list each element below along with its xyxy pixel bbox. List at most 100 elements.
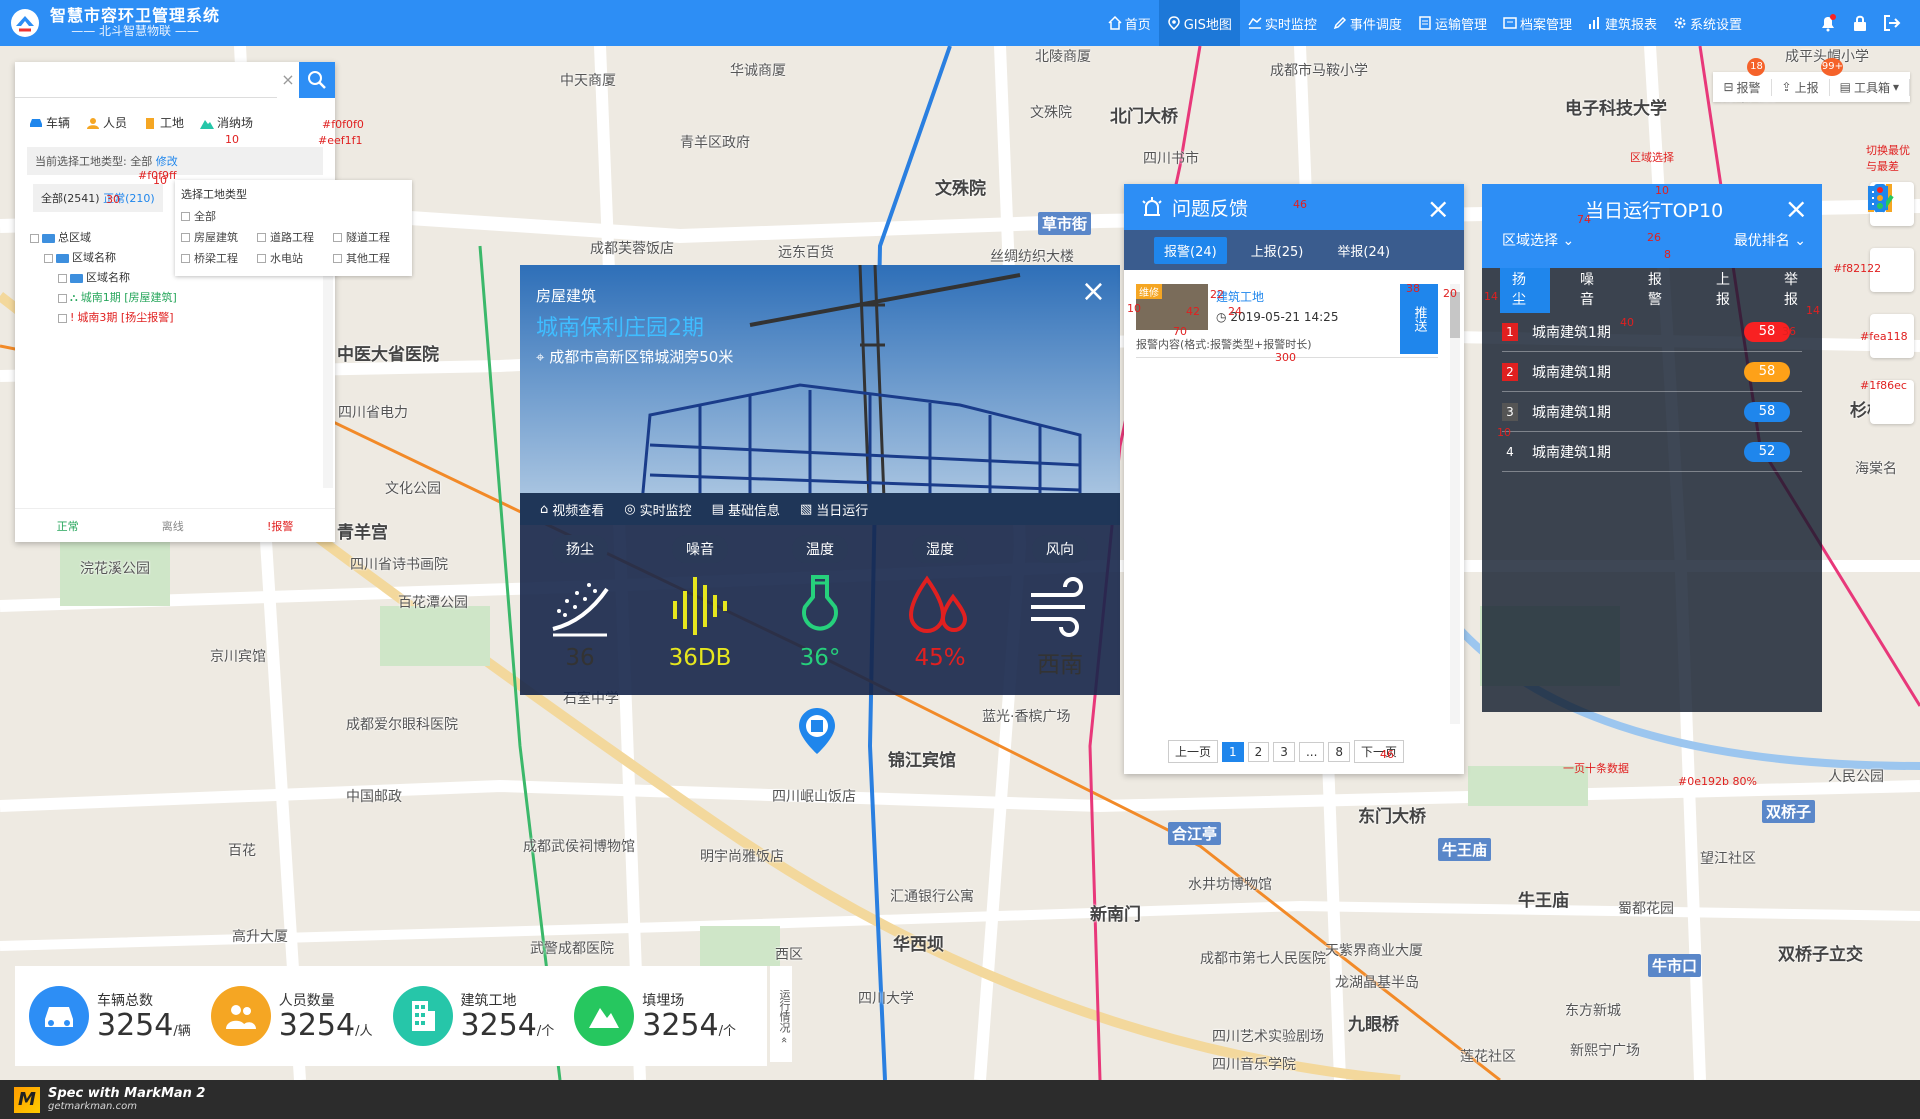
tab-basic-info[interactable]: ▤ 基础信息: [704, 500, 788, 519]
nav-settings[interactable]: 系统设置: [1665, 0, 1750, 46]
bell-icon[interactable]: [1818, 13, 1838, 33]
nav-event-dispatch[interactable]: 事件调度: [1325, 0, 1410, 46]
annotation: 8: [1664, 248, 1671, 261]
type-option[interactable]: 全部: [181, 208, 257, 224]
annotation: 38: [1406, 282, 1420, 295]
tree-node-site[interactable]: ⛬ 城南1期 [房屋建筑]: [30, 288, 177, 308]
legend-alarm[interactable]: !报警: [267, 518, 293, 534]
page-button[interactable]: 1: [1222, 741, 1244, 762]
stat-construction-sites[interactable]: 建筑工地 3254/个: [392, 986, 554, 1046]
nav-label: 运输管理: [1434, 17, 1487, 33]
map-poi: 北陵商厦: [1035, 49, 1091, 65]
type-option[interactable]: 桥梁工程: [181, 250, 257, 266]
search-input[interactable]: [15, 62, 277, 98]
tab-dust[interactable]: 扬尘: [1500, 265, 1550, 313]
site-location-pin-icon[interactable]: [797, 706, 837, 756]
list-item[interactable]: 3 城南建筑1期 58: [1502, 392, 1802, 432]
checkbox[interactable]: [58, 293, 67, 303]
tab-monitor[interactable]: ◎ 实时监控: [616, 500, 699, 519]
tab-complaint[interactable]: 举报(24): [1327, 237, 1400, 264]
search-button[interactable]: [299, 62, 335, 98]
logo[interactable]: 智慧市容环卫管理系统 —— 北斗智慧物联 ——: [10, 6, 220, 39]
nav-building-report[interactable]: 建筑报表: [1580, 0, 1665, 46]
clear-icon[interactable]: ×: [277, 62, 299, 98]
type-option[interactable]: 房屋建筑: [181, 229, 257, 245]
tree-node-root[interactable]: 总区域: [30, 228, 177, 248]
tab-alarm[interactable]: 报警: [1636, 265, 1686, 313]
feedback-scrollbar[interactable]: [1450, 284, 1460, 724]
tab-construction-site[interactable]: 工地: [137, 108, 190, 137]
checkbox[interactable]: [30, 233, 39, 243]
stats-collapse-toggle[interactable]: 运行情况 «: [770, 966, 792, 1062]
close-button[interactable]: ×: [1427, 192, 1450, 225]
area-tree: 总区域 区域名称 区域名称 ⛬ 城南1期 [房屋建筑] ! 城南3期 [扬尘报警]: [30, 228, 177, 328]
list-item[interactable]: 2 城南建筑1期 58: [1502, 352, 1802, 392]
modify-link[interactable]: 修改: [156, 155, 178, 168]
map-poi: 成都市第七人民医院: [1200, 951, 1326, 967]
bar-chart-icon: [1588, 17, 1599, 29]
area-select-dropdown[interactable]: 区域选择 ⌄: [1502, 230, 1574, 250]
map-poi: 高升大厦: [232, 929, 288, 945]
legend-offline[interactable]: 离线: [162, 518, 184, 534]
nav-gis-map[interactable]: GIS地图: [1158, 0, 1240, 46]
checkbox[interactable]: [58, 273, 67, 283]
type-option[interactable]: 其他工程: [333, 250, 409, 266]
nav-home[interactable]: 首页: [1100, 0, 1159, 46]
lock-icon[interactable]: [1850, 13, 1870, 33]
feedback-item[interactable]: 维修 建筑工地 ◷ 2019-05-21 14:25 报警内容(格式:报警类型+…: [1136, 284, 1438, 358]
rank-badge: 1: [1502, 322, 1518, 341]
close-button[interactable]: ×: [1081, 277, 1106, 307]
toolbar-report-button[interactable]: ⊟ 报警: [1713, 78, 1772, 96]
legend-normal[interactable]: 正常: [57, 518, 79, 534]
tab-video[interactable]: ⌂ 视频查看: [532, 500, 612, 519]
page-button[interactable]: 8: [1328, 741, 1351, 762]
nav-archive[interactable]: 档案管理: [1495, 0, 1580, 46]
best-rank-dropdown[interactable]: 最优排名 ⌄: [1734, 230, 1806, 250]
tab-noise[interactable]: 噪音: [1568, 265, 1618, 313]
type-option[interactable]: 水电站: [257, 250, 333, 266]
stat-vehicles[interactable]: 车辆总数 3254/辆: [29, 986, 191, 1046]
checkbox[interactable]: [58, 313, 67, 323]
prev-page-button[interactable]: 上一页: [1168, 740, 1219, 763]
tab-report[interactable]: 上报(25): [1241, 237, 1314, 264]
archive-icon: [1503, 17, 1517, 29]
map-road-label: 合江亭: [1168, 822, 1222, 845]
annotation: 10: [1655, 184, 1669, 197]
map-road-label: 牛市口: [1648, 954, 1702, 977]
count-all[interactable]: 全部(2541): [41, 192, 100, 205]
stat-landfills[interactable]: 填埋场 3254/个: [574, 986, 736, 1046]
type-option[interactable]: 道路工程: [257, 229, 333, 245]
list-item[interactable]: 1 城南建筑1期 58: [1502, 312, 1802, 352]
tab-personnel[interactable]: 人员: [80, 108, 133, 137]
toolbar-toolbox-button[interactable]: ▤ 工具箱 ▾: [1830, 78, 1910, 96]
logout-icon[interactable]: [1882, 13, 1902, 33]
nav-transport[interactable]: 运输管理: [1410, 0, 1495, 46]
nav-realtime-monitor[interactable]: 实时监控: [1240, 0, 1325, 46]
tab-report[interactable]: 上报: [1704, 265, 1754, 313]
tree-node-site-alarm[interactable]: ! 城南3期 [扬尘报警]: [30, 308, 177, 328]
tree-node-area[interactable]: 区域名称: [30, 268, 177, 288]
camera-icon: ⌂: [540, 501, 549, 517]
list-item[interactable]: 4 城南建筑1期 52: [1502, 432, 1802, 472]
mountain-icon: [200, 119, 215, 129]
tree-node-area[interactable]: 区域名称: [30, 248, 177, 268]
stat-unit: /辆: [173, 1024, 191, 1039]
tab-daily-run[interactable]: ▧ 当日运行: [792, 500, 876, 519]
tab-alarm[interactable]: 报警(24): [1154, 236, 1227, 264]
footer-site[interactable]: getmarkman.com: [48, 1101, 205, 1112]
stat-personnel[interactable]: 人员数量 3254/人: [210, 986, 373, 1046]
annotation: #eef1f1: [318, 134, 363, 147]
page-button[interactable]: 3: [1273, 741, 1295, 762]
annotation: 切换最优与最差: [1866, 144, 1910, 173]
checkbox[interactable]: [44, 253, 53, 263]
page-button[interactable]: 2: [1247, 741, 1270, 762]
type-option[interactable]: 隧道工程: [333, 229, 409, 245]
noise-icon: [673, 577, 727, 635]
building-icon: [146, 117, 155, 129]
close-button[interactable]: ×: [1785, 192, 1808, 225]
map-poi: 远东百货: [778, 245, 834, 261]
people-icon: [87, 117, 100, 129]
tab-vehicle[interactable]: 车辆: [23, 108, 76, 137]
toolbar-upload-button[interactable]: ⇪ 上报: [1772, 78, 1830, 96]
map-poi: 北门大桥: [1110, 107, 1178, 127]
